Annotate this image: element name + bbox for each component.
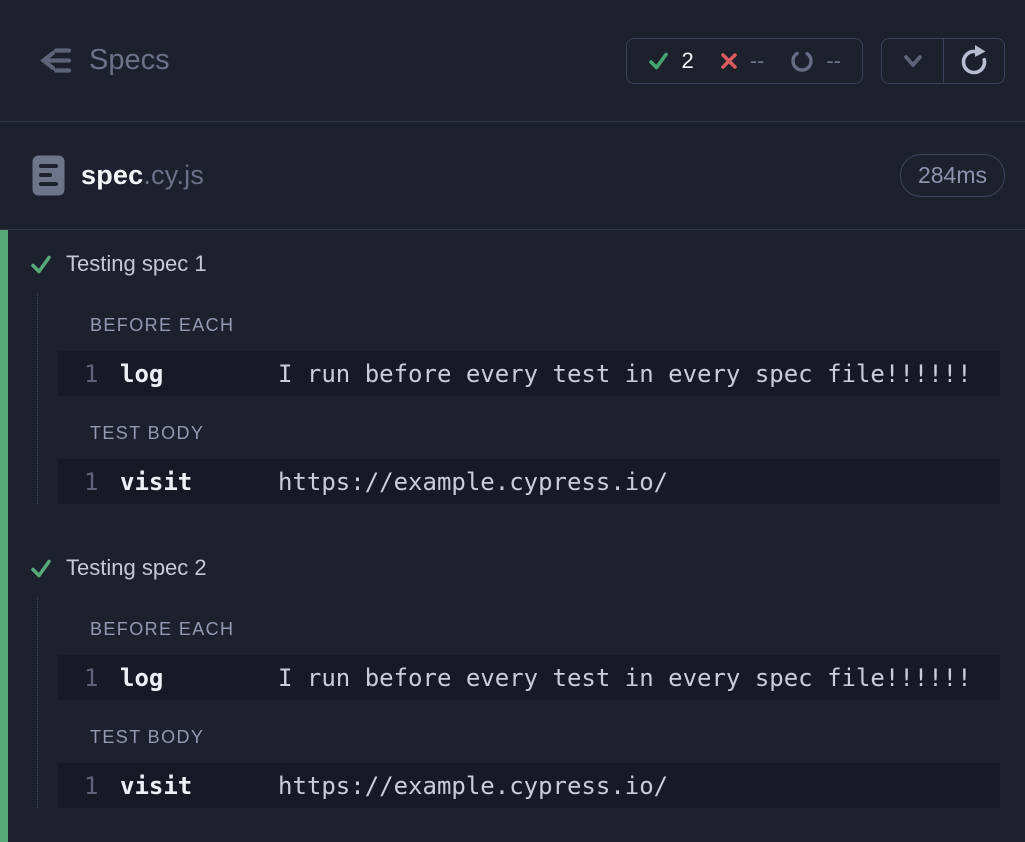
test-title-row[interactable]: Testing spec 1 [8, 251, 1025, 277]
stat-failed: -- [720, 48, 765, 74]
spec-file-name: spec.cy.js [81, 160, 204, 191]
command-name: visit [120, 468, 278, 496]
passed-count: 2 [681, 48, 693, 74]
failed-x-icon [720, 52, 738, 70]
reporter-header: Specs 2 -- [0, 0, 1025, 122]
test-item-1: Testing spec 1 BEFORE EACH 1 log I run b… [8, 251, 1025, 504]
spec-duration-badge: 284ms [900, 154, 1005, 197]
command-number: 1 [84, 360, 120, 388]
restart-tests-button[interactable] [943, 39, 1004, 83]
command-name: log [120, 360, 278, 388]
pending-count: -- [826, 48, 841, 74]
passed-check-icon [648, 51, 669, 71]
command-name: log [120, 664, 278, 692]
test-body: BEFORE EACH 1 log I run before every tes… [37, 597, 1025, 808]
spec-name-extension: .cy.js [143, 160, 204, 190]
spec-file-icon [32, 155, 65, 196]
stat-pending: -- [790, 48, 841, 74]
command-row-log[interactable]: 1 log I run before every test in every s… [58, 351, 1000, 396]
test-title: Testing spec 2 [66, 555, 207, 581]
test-results-panel: Testing spec 1 BEFORE EACH 1 log I run b… [0, 230, 1025, 842]
spec-file-header: spec.cy.js 284ms [0, 122, 1025, 230]
command-message: I run before every test in every spec fi… [278, 360, 972, 388]
collapse-all-button[interactable] [882, 39, 943, 83]
command-row-visit[interactable]: 1 visit https://example.cypress.io/ [58, 763, 1000, 808]
command-number: 1 [84, 664, 120, 692]
test-stats-group: 2 -- -- [626, 38, 863, 84]
command-row-visit[interactable]: 1 visit https://example.cypress.io/ [58, 459, 1000, 504]
stat-passed: 2 [648, 48, 693, 74]
section-label-before-each: BEFORE EACH [90, 293, 1025, 336]
command-row-log[interactable]: 1 log I run before every test in every s… [58, 655, 1000, 700]
section-label-before-each: BEFORE EACH [90, 597, 1025, 640]
test-body: BEFORE EACH 1 log I run before every tes… [37, 293, 1025, 504]
page-title: Specs [89, 44, 170, 77]
section-label-test-body: TEST BODY [90, 396, 1025, 444]
command-message: https://example.cypress.io/ [278, 468, 668, 496]
section-label-test-body: TEST BODY [90, 700, 1025, 748]
specs-list-toggle-button[interactable] [33, 45, 73, 76]
reporter-controls-group [881, 38, 1005, 84]
test-passed-check-icon [30, 558, 52, 579]
chevron-down-icon [899, 48, 927, 74]
command-name: visit [120, 772, 278, 800]
failed-count: -- [750, 48, 765, 74]
restart-icon [957, 44, 991, 78]
pending-ring-icon [790, 49, 814, 73]
test-title: Testing spec 1 [66, 251, 207, 277]
command-number: 1 [84, 468, 120, 496]
test-item-2: Testing spec 2 BEFORE EACH 1 log I run b… [8, 555, 1025, 808]
test-passed-check-icon [30, 254, 52, 275]
command-message: https://example.cypress.io/ [278, 772, 668, 800]
spec-name-primary: spec [81, 160, 143, 190]
command-number: 1 [84, 772, 120, 800]
command-message: I run before every test in every spec fi… [278, 664, 972, 692]
test-title-row[interactable]: Testing spec 2 [8, 555, 1025, 581]
panel-collapse-arrow-icon [33, 45, 73, 76]
